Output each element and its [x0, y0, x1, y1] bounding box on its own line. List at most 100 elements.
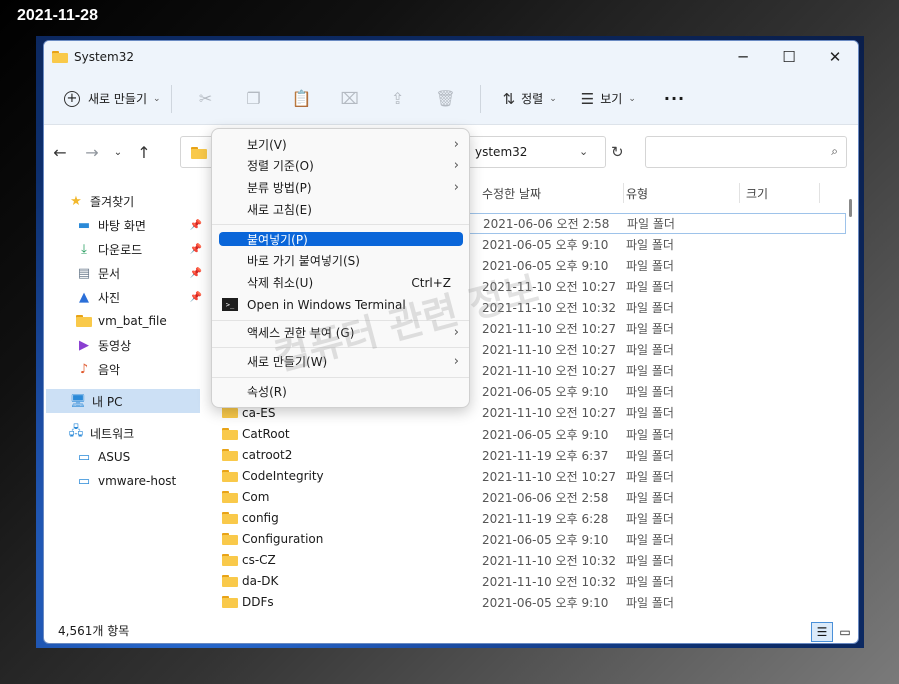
file-name: CatRoot [242, 427, 290, 441]
sidebar-item-videos[interactable]: ▶ 동영상 [44, 333, 206, 357]
sidebar-item-downloads[interactable]: ⤓ 다운로드 📌 [44, 237, 206, 261]
sort-button[interactable]: ⇅ 정렬 ⌄ [503, 90, 557, 108]
sidebar-item-label: 바탕 화면 [98, 218, 146, 233]
video-icon: ▶ [79, 337, 89, 353]
command-bar: + 새로 만들기 ⌄ ✂ ❐ 📋 ⌧ ⇪ 🗑 ⇅ 정렬 ⌄ ☰ 보기 ⌄ ··· [44, 73, 858, 125]
sidebar-item-label: ASUS [98, 450, 131, 464]
chevron-right-icon: › [453, 137, 459, 152]
copy-icon[interactable]: ❐ [230, 83, 278, 115]
table-row[interactable]: cs-CZ 2021-11-10 오전 10:32 파일 폴더 [216, 550, 846, 571]
menu-item-sort-by[interactable]: 정렬 기준(O) › [212, 155, 469, 176]
terminal-icon: >_ [222, 298, 238, 311]
scrollbar-thumb[interactable] [849, 199, 852, 217]
menu-item-paste-shortcut[interactable]: 바로 가기 붙여넣기(S) [212, 250, 469, 271]
up-arrow-icon[interactable]: ↑ [128, 143, 160, 162]
sidebar-item-label: 내 PC [92, 394, 123, 409]
menu-item-paste[interactable]: 붙여넣기(P) [219, 232, 463, 247]
menu-item-group-by[interactable]: 분류 방법(P) › [212, 177, 469, 198]
file-date: 2021-11-19 오후 6:28 [482, 511, 609, 526]
refresh-icon[interactable]: ↻ [611, 143, 624, 161]
recent-locations-icon[interactable]: ⌄ [108, 147, 128, 158]
sidebar-item-label: 즐겨찾기 [90, 194, 135, 209]
sidebar-item-network[interactable]: 🖧 네트워크 [44, 421, 206, 445]
file-type: 파일 폴더 [626, 385, 674, 400]
sidebar-item-desktop[interactable]: ▬ 바탕 화면 📌 [44, 213, 206, 237]
menu-item-label: 붙여넣기(P) [247, 232, 308, 247]
file-type: 파일 폴더 [626, 595, 674, 610]
sidebar-item-pictures[interactable]: ▲ 사진 📌 [44, 285, 206, 309]
delete-icon[interactable]: 🗑 [422, 83, 470, 115]
menu-item-view[interactable]: 보기(V) › [212, 134, 469, 155]
table-row[interactable]: catroot2 2021-11-19 오후 6:37 파일 폴더 [216, 445, 846, 466]
file-name: config [242, 511, 279, 526]
file-date: 2021-11-10 오전 10:27 [482, 469, 617, 484]
status-bar: 4,561개 항목 ☰ ▭ [44, 621, 858, 643]
maximize-button[interactable]: ☐ [766, 41, 812, 73]
minimize-button[interactable]: ─ [720, 41, 766, 73]
sort-label: 정렬 [521, 92, 544, 106]
forward-arrow-icon[interactable]: → [76, 143, 108, 162]
column-header-size-label: 크기 [746, 186, 769, 201]
table-row[interactable]: config 2021-11-19 오후 6:28 파일 폴더 [216, 508, 846, 529]
file-type: 파일 폴더 [626, 322, 674, 337]
sidebar-item-music[interactable]: ♪ 음악 [44, 357, 206, 381]
chevron-down-icon: ⌄ [549, 93, 557, 104]
column-header-date[interactable]: 수정한 날짜 [476, 179, 624, 207]
details-view-icon[interactable]: ☰ [811, 622, 833, 642]
table-row[interactable]: Configuration 2021-06-05 오후 9:10 파일 폴더 [216, 529, 846, 550]
table-row[interactable]: Com 2021-06-06 오전 2:58 파일 폴더 [216, 487, 846, 508]
column-header-size[interactable]: 크기 [740, 179, 820, 207]
file-date: 2021-06-06 오전 2:58 [483, 217, 610, 231]
search-input[interactable]: ⌕ [645, 136, 847, 168]
file-date: 2021-06-05 오후 9:10 [482, 595, 609, 610]
file-type: 파일 폴더 [626, 364, 674, 379]
cut-icon[interactable]: ✂ [182, 83, 230, 115]
vertical-scrollbar[interactable] [848, 193, 854, 621]
sidebar-item-label: 동영상 [98, 338, 132, 353]
sidebar-item-vmware-host[interactable]: ▭ vmware-host [44, 469, 206, 493]
file-date: 2021-11-10 오전 10:32 [482, 553, 617, 568]
file-type: 파일 폴더 [626, 301, 674, 316]
chevron-down-icon[interactable]: ⌄ [579, 145, 588, 158]
new-button[interactable]: + 새로 만들기 ⌄ [64, 90, 161, 107]
menu-item-label: 분류 방법(P) [247, 181, 312, 195]
column-header-type[interactable]: 유형 [620, 179, 740, 207]
folder-icon [222, 595, 238, 608]
table-row[interactable]: CodeIntegrity 2021-11-10 오전 10:27 파일 폴더 [216, 466, 846, 487]
item-count: 4,561개 항목 [58, 624, 130, 638]
table-row[interactable]: CatRoot 2021-06-05 오후 9:10 파일 폴더 [216, 424, 846, 445]
star-icon: ★ [70, 193, 82, 209]
table-row[interactable]: DDFs 2021-06-05 오후 9:10 파일 폴더 [216, 592, 846, 613]
file-type: 파일 폴더 [627, 217, 675, 231]
file-type: 파일 폴더 [626, 343, 674, 358]
paste-icon[interactable]: 📋 [278, 83, 326, 115]
menu-item-refresh[interactable]: 새로 고침(E) [212, 199, 469, 220]
back-arrow-icon[interactable]: ← [44, 143, 76, 162]
table-row[interactable]: da-DK 2021-11-10 오전 10:32 파일 폴더 [216, 571, 846, 592]
toolbar-divider [170, 84, 172, 113]
sidebar-item-this-pc[interactable]: 🖥 내 PC [46, 389, 200, 413]
sidebar-item-documents[interactable]: ▤ 문서 📌 [44, 261, 206, 285]
large-icons-view-icon[interactable]: ▭ [834, 622, 856, 642]
chevron-down-icon: ⌄ [153, 93, 161, 104]
menu-item-label: 정렬 기준(O) [247, 159, 314, 173]
sidebar-item-vm-bat-file[interactable]: vm_bat_file [44, 309, 206, 333]
menu-divider [212, 377, 469, 378]
rename-icon[interactable]: ⌧ [326, 83, 374, 115]
menu-item-properties[interactable]: 속성(R) [212, 381, 469, 402]
sidebar-item-favorites[interactable]: ★ 즐겨찾기 [44, 189, 206, 213]
file-date: 2021-11-10 오전 10:27 [482, 322, 617, 337]
title-bar[interactable]: System32 ─ ☐ ✕ [44, 41, 858, 73]
computer-icon: ▭ [77, 449, 91, 465]
menu-item-label: 바로 가기 붙여넣기(S) [247, 254, 360, 268]
file-date: 2021-11-10 오전 10:27 [482, 364, 617, 379]
view-button[interactable]: ☰ 보기 ⌄ [581, 90, 636, 108]
file-name: da-DK [242, 574, 279, 589]
more-options-button[interactable]: ··· [664, 89, 685, 108]
sidebar-item-asus[interactable]: ▭ ASUS [44, 445, 206, 469]
share-icon[interactable]: ⇪ [374, 83, 422, 115]
plus-icon: + [64, 90, 80, 107]
close-button[interactable]: ✕ [812, 41, 858, 73]
sidebar-item-label: vmware-host [98, 474, 177, 488]
folder-icon [222, 427, 238, 440]
